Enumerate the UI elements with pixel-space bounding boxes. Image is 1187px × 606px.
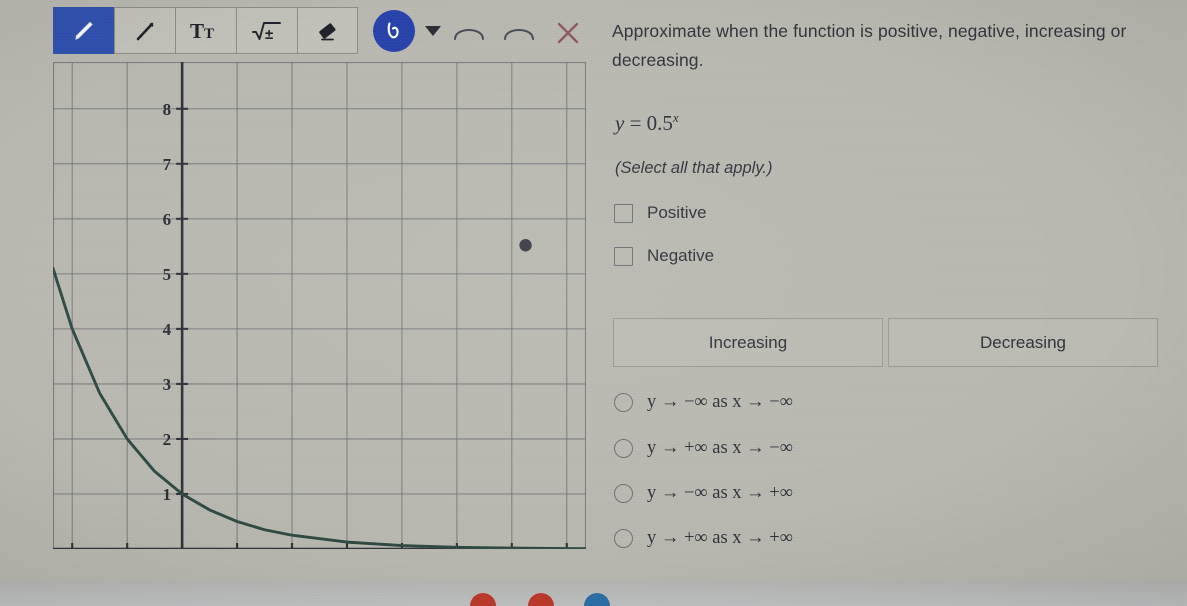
radio-label-2: y → −∞ as x → +∞ (647, 483, 793, 503)
function-equation: y = 0.5x (615, 110, 679, 136)
radio-button-1[interactable] (614, 439, 633, 458)
pencil-tool-button[interactable] (53, 7, 114, 54)
line-icon (136, 22, 154, 40)
radio-row-1[interactable]: y → +∞ as x → −∞ (614, 438, 793, 459)
y-tick-label-3: 3 (163, 375, 172, 394)
close-icon[interactable] (553, 18, 583, 48)
increasing-button[interactable]: Increasing (613, 318, 883, 367)
checkbox-row-negative[interactable]: Negative (614, 246, 714, 266)
y-tick-label-8: 8 (163, 100, 172, 119)
undo-icon[interactable] (452, 20, 486, 44)
checkbox-row-positive[interactable]: Positive (614, 203, 707, 223)
sqrt-plusminus-icon: ± (252, 21, 281, 43)
checkbox-label-positive: Positive (647, 203, 707, 222)
radio-row-2[interactable]: y → −∞ as x → +∞ (614, 483, 793, 504)
radio-button-3[interactable] (614, 529, 633, 548)
decreasing-button[interactable]: Decreasing (888, 318, 1158, 367)
eraser-tool-button[interactable] (297, 7, 358, 54)
drawing-toolbar: T T ± (53, 7, 358, 54)
radio-label-3: y → +∞ as x → +∞ (647, 528, 793, 548)
equation-equals: = (629, 111, 642, 135)
tool-options-dropdown[interactable] (425, 26, 441, 36)
eraser-icon (318, 22, 336, 40)
squiggle-icon (387, 22, 399, 39)
equation-lhs: y (615, 111, 625, 135)
redo-icon[interactable] (502, 20, 536, 44)
text-tool-button[interactable]: T T (175, 7, 236, 54)
radio-label-1: y → +∞ as x → −∞ (647, 438, 793, 458)
math-tool-button[interactable]: ± (236, 7, 297, 54)
freehand-tool-button[interactable] (373, 10, 415, 52)
y-tick-label-5: 5 (163, 265, 172, 284)
worksheet-screenshot: T T ± 1 2 3 4 5 6 7 8 Approximate when t… (0, 0, 1187, 606)
checkbox-positive[interactable] (614, 203, 633, 223)
graph-border (53, 62, 586, 549)
text-tool-icon: T T (190, 19, 214, 43)
radio-button-2[interactable] (614, 484, 633, 503)
ink-dot (519, 239, 532, 252)
svg-text:T: T (204, 26, 214, 42)
equation-exponent: x (672, 110, 679, 125)
svg-text:T: T (190, 19, 204, 43)
question-prompt: Approximate when the function is positiv… (612, 21, 1127, 70)
select-all-note: (Select all that apply.) (615, 159, 773, 177)
checkbox-label-negative: Negative (647, 246, 715, 265)
svg-text:±: ± (265, 26, 273, 43)
graph-canvas: 12345678-2-101234567 (53, 62, 586, 549)
pencil-icon (75, 21, 93, 40)
exponential-curve (53, 266, 586, 549)
line-tool-button[interactable] (114, 7, 175, 54)
question-panel: Approximate when the function is positiv… (612, 0, 1172, 606)
checkbox-negative[interactable] (614, 246, 633, 266)
function-graph[interactable]: 12345678-2-101234567 (53, 62, 586, 549)
equation-base: 0.5 (646, 111, 673, 135)
y-tick-label-6: 6 (163, 210, 172, 229)
increase-decrease-button-row: Increasing Decreasing (613, 318, 1158, 367)
y-tick-label-7: 7 (163, 155, 172, 174)
y-tick-label-4: 4 (163, 320, 172, 339)
y-tick-label-2: 2 (163, 430, 172, 449)
radio-button-0[interactable] (614, 393, 633, 412)
y-tick-label-1: 1 (163, 485, 172, 504)
radio-row-0[interactable]: y → −∞ as x → −∞ (614, 392, 793, 413)
radio-row-3[interactable]: y → +∞ as x → +∞ (614, 528, 793, 549)
radio-label-0: y → −∞ as x → −∞ (647, 392, 793, 412)
